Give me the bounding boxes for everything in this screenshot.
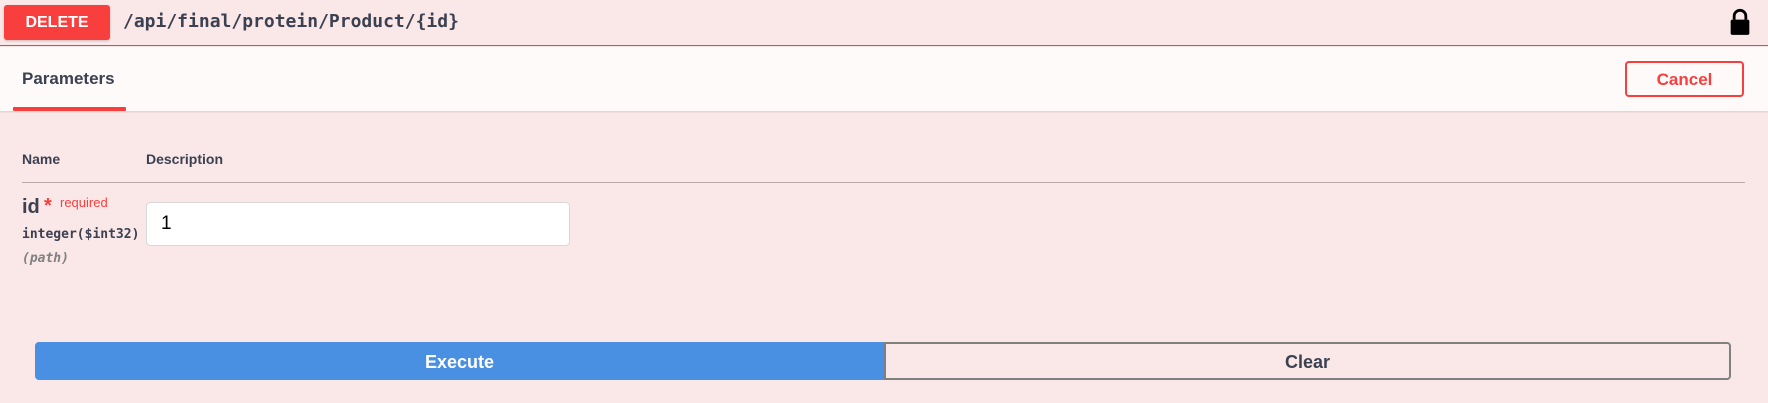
- endpoint-path: /api/final/protein/Product/{id}: [123, 11, 459, 32]
- parameters-section-header: Parameters Cancel: [0, 47, 1768, 111]
- parameter-location: (path): [22, 251, 69, 266]
- tab-parameters-label: Parameters: [22, 69, 115, 88]
- operation-summary[interactable]: DELETE /api/final/protein/Product/{id}: [0, 0, 1768, 46]
- operation-block-delete: DELETE /api/final/protein/Product/{id} P…: [0, 0, 1768, 403]
- tab-active-indicator: [13, 107, 126, 111]
- tab-parameters[interactable]: Parameters: [13, 47, 126, 111]
- clear-button[interactable]: Clear: [884, 342, 1731, 380]
- parameter-type: integer($int32): [22, 227, 140, 242]
- cancel-button[interactable]: Cancel: [1625, 61, 1744, 97]
- required-star: *: [44, 195, 52, 217]
- id-parameter-input[interactable]: [146, 202, 570, 246]
- required-label: required: [60, 195, 108, 210]
- column-header-name: Name: [22, 151, 61, 167]
- column-header-description: Description: [146, 151, 224, 167]
- http-method-badge: DELETE: [4, 5, 110, 40]
- lock-icon[interactable]: [1728, 8, 1752, 36]
- table-header-divider: [22, 182, 1745, 183]
- execute-button[interactable]: Execute: [35, 342, 884, 380]
- parameter-name: id: [22, 196, 40, 218]
